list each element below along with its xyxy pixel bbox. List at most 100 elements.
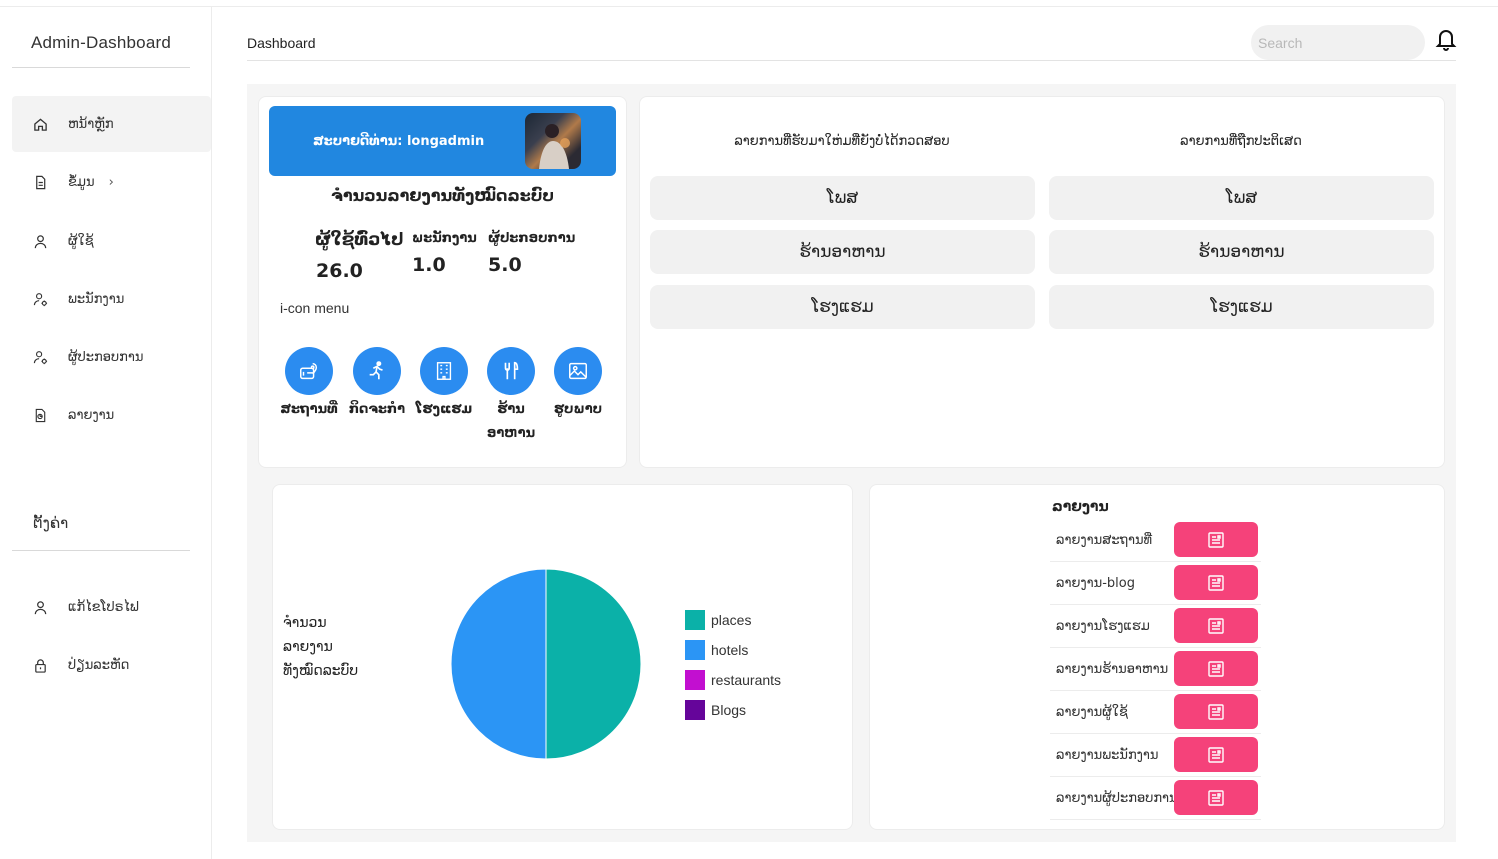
- report-label: ລາຍງານຜູ້ປະກອບການ: [1056, 790, 1178, 806]
- report-document-icon: [1208, 531, 1224, 548]
- report-open-button[interactable]: [1174, 608, 1258, 643]
- sidebar-item-operators[interactable]: ຜູ້ປະກອບການ: [12, 329, 211, 385]
- pending-items-title: ລາຍການທີ່ຮັບມາໃຫ່ມທີ່ຍັງບໍ່ໄດ້ກວດສອບ: [734, 134, 950, 149]
- rejected-posts-button[interactable]: ໂພສ: [1049, 176, 1434, 220]
- lock-icon: [32, 657, 48, 673]
- legend-item-restaurants[interactable]: restaurants: [685, 670, 781, 690]
- rejected-hotels-button[interactable]: ໂຮງແຮມ: [1049, 285, 1434, 329]
- sidebar-item-data[interactable]: ຂໍ້ມູນ ›: [12, 154, 211, 210]
- sidebar-item-label: ແກ້ໄຂໂປຣໄຟ: [68, 599, 139, 615]
- report-open-button[interactable]: [1174, 780, 1258, 815]
- report-open-button[interactable]: [1174, 522, 1258, 557]
- report-document-icon: [1208, 746, 1224, 763]
- header-divider: [247, 60, 1456, 61]
- pie-slice-places[interactable]: [545, 568, 642, 760]
- pending-posts-button[interactable]: ໂພສ: [650, 176, 1035, 220]
- category-hotels-label: ໂຮງແຮມ: [415, 402, 473, 417]
- stat-label-operators: ຜູ້ປະກອບການ: [488, 231, 576, 246]
- pie-slice-hotels[interactable]: [450, 568, 547, 760]
- chevron-right-icon: ›: [108, 174, 114, 190]
- legend-swatch: [685, 640, 705, 660]
- sidebar-item-label: ປ່ຽນລະຫັດ: [68, 657, 130, 673]
- brand-title: Admin-Dashboard: [12, 33, 190, 68]
- legend-label: hotels: [711, 642, 749, 658]
- user-cog-icon: [32, 291, 48, 307]
- hotel-icon: [436, 362, 452, 380]
- image-icon: [569, 362, 587, 380]
- user-icon: [32, 599, 48, 615]
- stat-label-general-users: ຜູ້ໃຊ້ທົ່ວໄປ: [315, 230, 404, 250]
- review-card: [639, 96, 1445, 468]
- search-input[interactable]: [1251, 25, 1425, 60]
- category-places-button[interactable]: [285, 347, 333, 395]
- report-open-button[interactable]: [1174, 737, 1258, 772]
- report-document-icon: [1208, 574, 1224, 591]
- report-icon: [32, 407, 48, 423]
- restaurant-icon: [504, 361, 519, 380]
- category-hotels-button[interactable]: [420, 347, 468, 395]
- category-activities-label: ກິດຈະກໍາ: [348, 402, 406, 417]
- legend-swatch: [685, 700, 705, 720]
- pending-hotels-button[interactable]: ໂຮງແຮມ: [650, 285, 1035, 329]
- pie-chart-side-label: ຈໍານວນລາຍງານທັງໝົດລະບົບ: [283, 615, 359, 679]
- report-label: ລາຍງານສະຖານທີ່: [1056, 532, 1153, 548]
- sidebar-item-change-password[interactable]: ປ່ຽນລະຫັດ: [12, 637, 211, 693]
- stat-value-operators: 5.0: [488, 254, 522, 276]
- sidebar-item-users[interactable]: ຜູ້ໃຊ້: [12, 213, 211, 269]
- report-label: ລາຍງານຜູ້ໃຊ້: [1056, 704, 1128, 720]
- rejected-restaurants-button[interactable]: ຮ້ານອາຫານ: [1049, 230, 1434, 274]
- summary-heading: ຈໍານວນລາຍງານທັງໝົດລະບົບ: [330, 186, 555, 205]
- report-open-button[interactable]: [1174, 565, 1258, 600]
- page-title: Dashboard: [247, 35, 316, 51]
- legend-item-blogs[interactable]: Blogs: [685, 700, 746, 720]
- report-label: ລາຍງານພະນັກງານ: [1056, 747, 1159, 763]
- category-restaurants-button[interactable]: [487, 347, 535, 395]
- sidebar: Admin-Dashboard ຫນ້າຫຼັກ ຂໍ້ມູນ › ຜູ້ໃຊ້…: [0, 7, 212, 859]
- user-cog-icon: [32, 349, 48, 365]
- category-activities-button[interactable]: [353, 347, 401, 395]
- category-restaurants-label: ຮ້ານອາຫານ: [486, 402, 536, 441]
- home-icon: [32, 116, 48, 132]
- icon-menu-label: i-con menu: [280, 300, 350, 316]
- legend-label: places: [711, 612, 752, 628]
- report-label: ລາຍງານຮ້ານອາຫານ: [1056, 661, 1169, 677]
- legend-item-hotels[interactable]: hotels: [685, 640, 748, 660]
- pending-restaurants-button[interactable]: ຮ້ານອາຫານ: [650, 230, 1035, 274]
- legend-swatch: [685, 610, 705, 630]
- rejected-items-title: ລາຍການທີ່ຖືກປະຕິເສດ: [1180, 134, 1302, 149]
- pie-chart: [450, 568, 642, 760]
- sidebar-item-edit-profile[interactable]: ແກ້ໄຂໂປຣໄຟ: [12, 579, 211, 635]
- user-icon: [32, 233, 48, 249]
- report-document-icon: [1208, 660, 1224, 677]
- legend-label: restaurants: [711, 672, 782, 688]
- legend-item-places[interactable]: places: [685, 610, 751, 630]
- legend-swatch: [685, 670, 705, 690]
- legend-label: Blogs: [711, 702, 747, 718]
- sidebar-item-label: ຂໍ້ມູນ: [68, 174, 95, 190]
- sidebar-item-reports[interactable]: ລາຍງານ: [12, 387, 211, 443]
- sidebar-item-label: ຜູ້ປະກອບການ: [68, 349, 144, 365]
- stat-value-employees: 1.0: [412, 254, 446, 276]
- welcome-text: ສະບາຍດີທ່ານ: longadmin: [313, 133, 485, 149]
- report-open-button[interactable]: [1174, 694, 1258, 729]
- document-icon: [32, 174, 48, 190]
- stat-value-general-users: 26.0: [316, 260, 363, 282]
- place-icon: [300, 362, 318, 380]
- reports-title: ລາຍງານ: [1052, 499, 1109, 515]
- top-divider: [0, 6, 1498, 7]
- sidebar-item-home[interactable]: ຫນ້າຫຼັກ: [12, 96, 211, 152]
- avatar: [525, 113, 581, 169]
- category-places-label: ສະຖານທີ່: [280, 402, 338, 417]
- sidebar-item-label: ຫນ້າຫຼັກ: [68, 116, 114, 132]
- report-open-button[interactable]: [1174, 651, 1258, 686]
- running-icon: [369, 361, 383, 380]
- category-images-label: ຮູບພາບ: [553, 402, 603, 417]
- report-document-icon: [1208, 617, 1224, 634]
- report-label: ລາຍງານ-blog: [1056, 575, 1135, 591]
- sidebar-item-label: ລາຍງານ: [68, 407, 115, 423]
- report-label: ລາຍງານໂຮງແຮມ: [1056, 618, 1150, 634]
- sidebar-item-employees[interactable]: ພະນັກງານ: [12, 271, 211, 327]
- bell-icon[interactable]: [1435, 27, 1457, 51]
- category-images-button[interactable]: [554, 347, 602, 395]
- report-document-icon: [1208, 703, 1224, 720]
